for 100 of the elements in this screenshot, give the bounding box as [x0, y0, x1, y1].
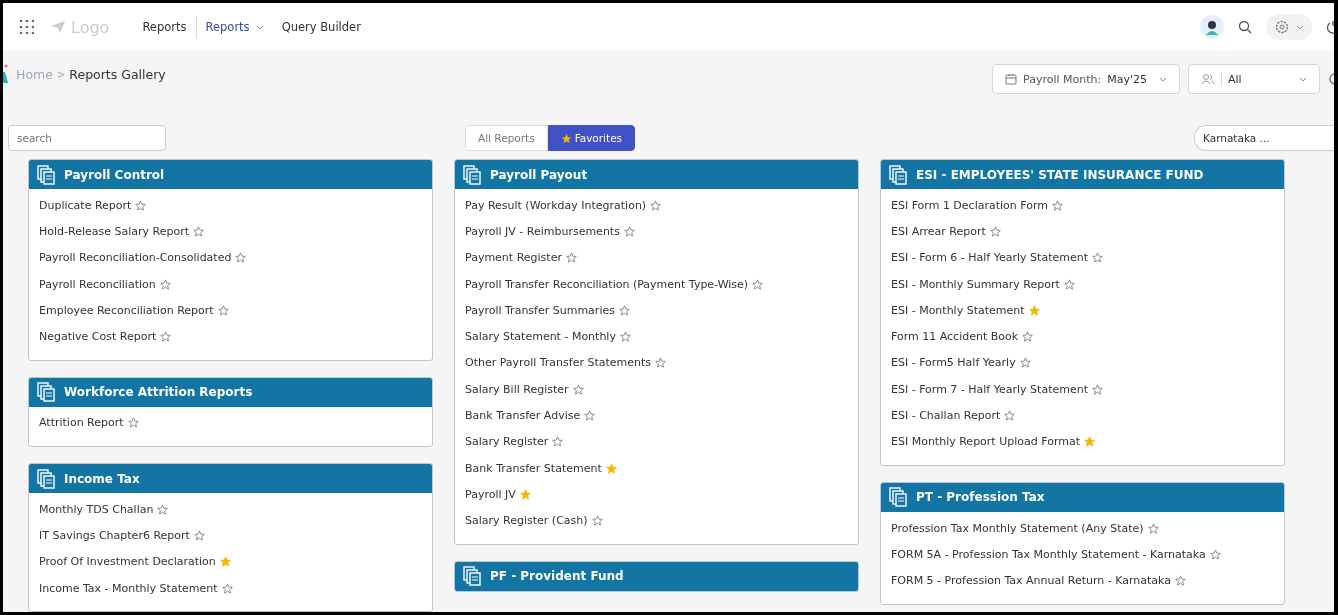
star-icon[interactable]: [623, 225, 635, 237]
nav-link[interactable]: Reports: [196, 20, 273, 34]
nav-link[interactable]: Reports: [133, 20, 196, 34]
report-link[interactable]: Salary Register (Cash): [465, 514, 588, 528]
report-link[interactable]: Duplicate Report: [39, 198, 132, 212]
paper-plane-icon: [50, 20, 66, 34]
people-icon: [1201, 73, 1215, 85]
report-link[interactable]: Proof Of Investment Declaration: [39, 555, 216, 569]
report-link[interactable]: Form 11 Accident Book: [891, 330, 1019, 344]
report-link[interactable]: Bank Transfer Advise: [465, 409, 581, 422]
star-icon[interactable]: [1063, 278, 1075, 290]
star-icon[interactable]: [1019, 357, 1031, 369]
report-link[interactable]: Other Payroll Transfer Statements: [465, 356, 652, 370]
report-link[interactable]: Payment Register: [465, 251, 562, 265]
report-link[interactable]: Salary Register: [465, 435, 549, 449]
settings-button[interactable]: [1266, 14, 1312, 40]
breadcrumb-separator: >: [56, 68, 66, 80]
star-icon[interactable]: [1209, 548, 1221, 560]
star-icon[interactable]: [193, 225, 204, 237]
star-icon[interactable]: [618, 304, 630, 316]
payroll-month-dropdown[interactable]: Payroll Month: May'25: [992, 64, 1180, 94]
report-link[interactable]: ESI - Challan Report: [891, 409, 1001, 422]
star-icon[interactable]: [519, 488, 531, 500]
report-link[interactable]: Payroll JV: [465, 487, 516, 501]
chevron-down-icon: [1159, 76, 1167, 82]
star-icon[interactable]: [565, 252, 577, 264]
avatar-icon[interactable]: [1200, 15, 1224, 39]
star-icon[interactable]: [1084, 436, 1095, 448]
documents-icon: [37, 468, 55, 489]
star-icon[interactable]: [752, 278, 764, 290]
star-icon[interactable]: [1092, 383, 1103, 395]
star-icon[interactable]: [1022, 331, 1034, 343]
star-icon[interactable]: [135, 199, 147, 211]
report-link[interactable]: Monthly TDS Challan: [39, 502, 154, 516]
view-tab[interactable]: All Reports: [465, 125, 548, 151]
report-link[interactable]: Payroll Transfer Summaries: [465, 303, 615, 317]
star-icon[interactable]: [160, 331, 172, 343]
report-link[interactable]: ESI Arrear Report: [891, 224, 986, 238]
star-icon[interactable]: [619, 331, 631, 343]
report-link[interactable]: Payroll Reconciliation: [39, 277, 156, 291]
star-icon[interactable]: [572, 383, 584, 395]
card-title: Payroll Control: [64, 167, 165, 182]
star-icon[interactable]: [989, 225, 1001, 237]
star-icon[interactable]: [1175, 575, 1186, 587]
report-link[interactable]: ESI - Form 7 - Half Yearly Statement: [891, 382, 1088, 396]
report-link[interactable]: Negative Cost Report: [39, 330, 157, 344]
report-link[interactable]: ESI Form 1 Declaration Form: [891, 198, 1048, 212]
report-link[interactable]: Salary Statement - Monthly: [465, 330, 616, 344]
star-icon[interactable]: [235, 252, 247, 264]
apps-grid-icon[interactable]: [20, 20, 34, 34]
star-icon[interactable]: [584, 410, 596, 421]
star-icon[interactable]: [650, 199, 662, 211]
report-link[interactable]: Attrition Report: [39, 416, 124, 430]
search-field[interactable]: search: [8, 125, 166, 151]
documents-icon: [889, 164, 907, 185]
report-link[interactable]: Pay Result (Workday Integration): [465, 198, 647, 212]
report-link[interactable]: ESI - Monthly Statement: [891, 303, 1025, 317]
card-title: ESI - EMPLOYEES' STATE INSURANCE FUND: [916, 167, 1204, 182]
report-link[interactable]: Hold-Release Salary Report: [39, 224, 189, 238]
star-icon[interactable]: [127, 417, 139, 429]
star-icon[interactable]: [1028, 304, 1040, 316]
report-link[interactable]: ESI - Form5 Half Yearly: [891, 356, 1016, 370]
star-icon[interactable]: [591, 515, 603, 527]
star-icon[interactable]: [217, 304, 229, 316]
employee-group-dropdown[interactable]: All: [1188, 64, 1320, 94]
report-link[interactable]: Payroll Reconciliation-Consolidated: [39, 251, 232, 265]
documents-icon: [37, 164, 55, 185]
report-link[interactable]: ESI - Form 6 - Half Yearly Statement: [891, 251, 1088, 265]
card-title: Payroll Payout: [490, 167, 588, 182]
star-icon[interactable]: [193, 530, 205, 541]
star-icon[interactable]: [1092, 252, 1103, 264]
star-icon[interactable]: [1052, 199, 1063, 211]
star-icon[interactable]: [157, 503, 169, 515]
report-link[interactable]: Bank Transfer Statement: [465, 461, 602, 475]
nav-link[interactable]: Query Builder: [272, 20, 370, 34]
star-icon[interactable]: [605, 462, 617, 474]
report-link[interactable]: Payroll Transfer Reconciliation (Payment Type-Wise): [465, 277, 749, 291]
report-link[interactable]: Payroll JV - Reimbursements: [465, 224, 620, 238]
state-select[interactable]: Karnataka ...: [1194, 125, 1334, 151]
star-icon[interactable]: [159, 278, 171, 290]
report-link[interactable]: Income Tax - Monthly Statement: [39, 581, 218, 595]
report-link[interactable]: Employee Reconciliation Report: [39, 303, 214, 317]
star-icon[interactable]: [1147, 522, 1159, 534]
report-link[interactable]: ESI Monthly Report Upload Format: [891, 435, 1080, 449]
report-link[interactable]: Salary Bill Register: [465, 382, 569, 396]
view-tab[interactable]: Favorites: [547, 125, 636, 151]
star-icon[interactable]: [655, 357, 667, 369]
search-icon[interactable]: [1238, 20, 1252, 34]
star-icon[interactable]: [221, 582, 233, 594]
report-link[interactable]: ESI - Monthly Summary Report: [891, 277, 1060, 291]
report-link[interactable]: IT Savings Chapter6 Report: [39, 529, 190, 542]
page-title: Reports Gallery: [69, 66, 166, 82]
star-icon[interactable]: [552, 436, 564, 448]
card-title: Income Tax: [64, 471, 140, 486]
star-icon[interactable]: [219, 556, 231, 568]
report-link[interactable]: Profession Tax Monthly Statement (Any State): [891, 521, 1144, 535]
chevron-down-icon: [1299, 76, 1307, 82]
star-icon[interactable]: [1004, 410, 1016, 421]
report-link[interactable]: FORM 5 - Profession Tax Annual Return - Karnataka: [891, 574, 1171, 588]
report-link[interactable]: FORM 5A - Profession Tax Monthly Statement - Karnataka: [891, 547, 1206, 561]
